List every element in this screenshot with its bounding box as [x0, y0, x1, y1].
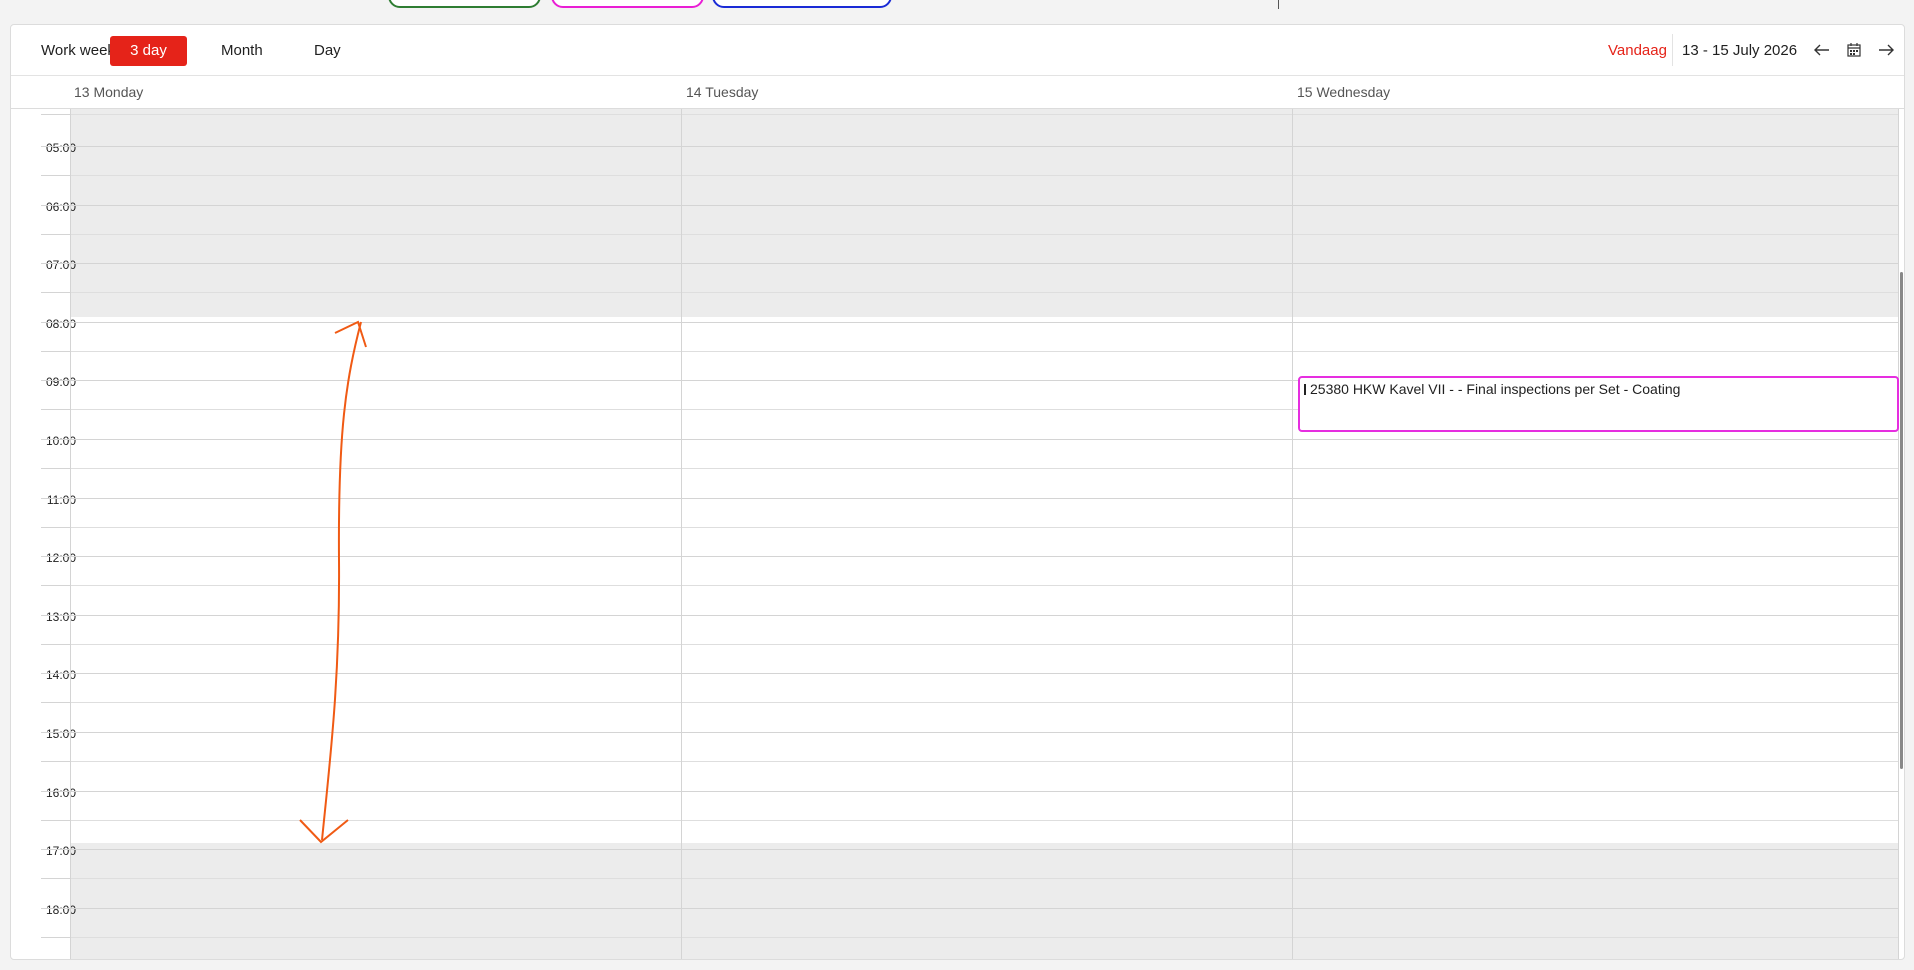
- hour-row: 05:00: [11, 141, 1904, 204]
- hour-row: 07:00: [11, 258, 1904, 321]
- hour-row: 15:00: [11, 727, 1904, 790]
- date-range: 13 - 15 July 2026: [1682, 42, 1798, 59]
- column-divider: [1898, 109, 1899, 959]
- column-divider: [1292, 109, 1293, 959]
- calendar-toolbar: Work week 3 day Month Day Vandaag 13 - 1…: [11, 25, 1904, 76]
- hour-row: 10:00: [11, 434, 1904, 497]
- calendar-icon[interactable]: [1843, 39, 1865, 61]
- legend-chip-blue[interactable]: [712, 0, 892, 8]
- tab-3-day[interactable]: 3 day: [110, 36, 187, 66]
- hour-row: 13:00: [11, 610, 1904, 673]
- day-header-tuesday: 14 Tuesday: [686, 84, 759, 100]
- hour-row: 16:00: [11, 786, 1904, 849]
- vertical-scrollbar[interactable]: [1900, 272, 1903, 769]
- hour-row: 18:00: [11, 903, 1904, 959]
- calendar-panel: Work week 3 day Month Day Vandaag 13 - 1…: [10, 24, 1905, 960]
- arrow-right-icon[interactable]: [1875, 39, 1897, 61]
- tab-day[interactable]: Day: [302, 36, 353, 66]
- hour-row: 11:00: [11, 493, 1904, 556]
- column-divider: [70, 109, 71, 959]
- top-divider: [1278, 0, 1279, 9]
- legend-chip-green[interactable]: [388, 0, 541, 8]
- column-divider: [681, 109, 682, 959]
- hour-row: 17:00: [11, 844, 1904, 907]
- toolbar-separator: [1672, 34, 1673, 66]
- calendar-event[interactable]: 25380 HKW Kavel VII - - Final inspection…: [1298, 376, 1899, 432]
- time-grid[interactable]: 05:00 06:00 07:00 08:00 09:00 10:00 11:00 12:00…: [11, 109, 1904, 959]
- arrow-left-icon[interactable]: [1811, 39, 1833, 61]
- hour-row: 06:00: [11, 200, 1904, 263]
- day-header-wednesday: 15 Wednesday: [1297, 84, 1391, 100]
- day-header-monday: 13 Monday: [74, 84, 144, 100]
- today-button[interactable]: Vandaag: [1596, 36, 1679, 66]
- hour-row: 08:00: [11, 317, 1904, 380]
- tab-month[interactable]: Month: [209, 36, 275, 66]
- event-title: 25380 HKW Kavel VII - - Final inspection…: [1310, 381, 1681, 397]
- hour-row: 12:00: [11, 551, 1904, 614]
- hour-row: 14:00: [11, 668, 1904, 731]
- event-marker: [1304, 384, 1306, 395]
- day-header-row: 13 Monday 14 Tuesday 15 Wednesday: [11, 76, 1904, 109]
- legend-chip-magenta[interactable]: [551, 0, 704, 8]
